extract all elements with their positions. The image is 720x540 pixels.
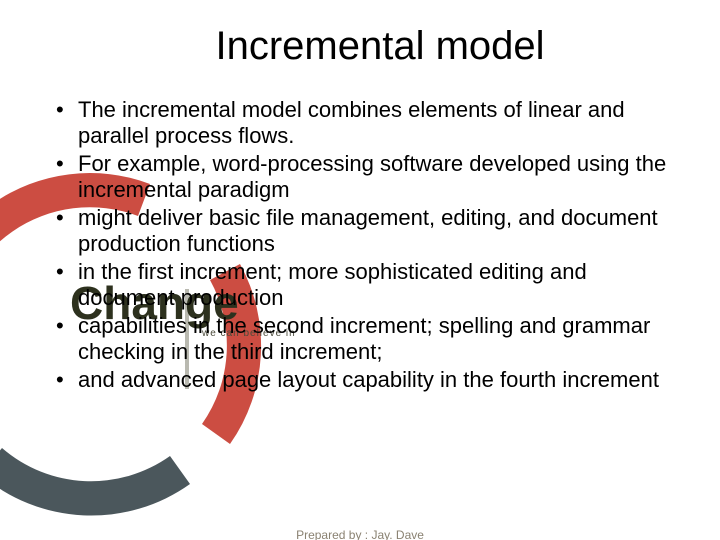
- slide-title: Incremental model: [0, 24, 720, 69]
- bullet-item: and advanced page layout capability in t…: [56, 367, 680, 393]
- footer-text: Prepared by : Jay. Dave: [0, 528, 720, 540]
- bullet-item: capabilities in the second increment; sp…: [56, 313, 680, 365]
- bullet-item: The incremental model combines elements …: [56, 97, 680, 149]
- slide-content: Incremental model The incremental model …: [0, 24, 720, 392]
- bullet-item: in the first increment; more sophisticat…: [56, 259, 680, 311]
- bullet-list: The incremental model combines elements …: [0, 97, 720, 392]
- bullet-item: For example, word-processing software de…: [56, 151, 680, 203]
- bullet-item: might deliver basic file management, edi…: [56, 205, 680, 257]
